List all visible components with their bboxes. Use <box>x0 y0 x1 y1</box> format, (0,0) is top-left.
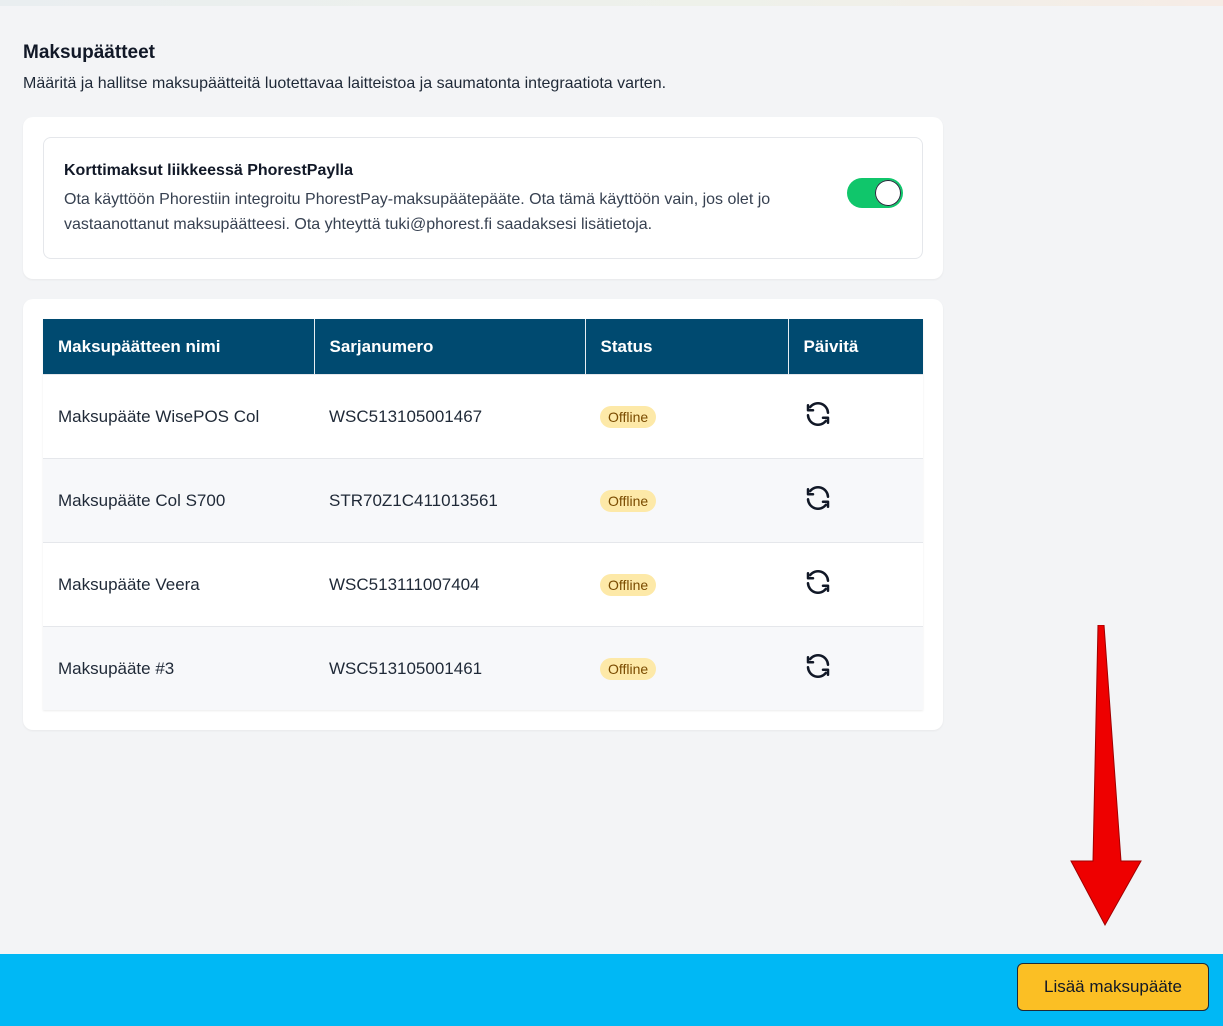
status-badge: Offline <box>600 657 657 680</box>
terminal-name: Maksupääte #3 <box>43 626 314 710</box>
page-title: Maksupäätteet <box>23 42 155 63</box>
phorestpay-card: Korttimaksut liikkeessä PhorestPaylla Ot… <box>23 117 943 279</box>
status-badge: Offline <box>600 405 657 428</box>
table-row: Maksupääte WisePOS Col WSC513105001467 O… <box>43 374 923 459</box>
refresh-icon[interactable] <box>803 399 833 429</box>
terminal-status-cell: Offline <box>585 458 788 543</box>
phorestpay-toggle[interactable] <box>847 178 903 208</box>
column-header-name: Maksupäätteen nimi <box>43 319 315 375</box>
terminal-serial: WSC513105001461 <box>314 626 585 710</box>
table-row: Maksupääte #3 WSC513105001461 Offline <box>43 626 923 710</box>
terminal-serial: WSC513111007404 <box>314 542 585 627</box>
terminal-status-cell: Offline <box>585 374 788 459</box>
table-header-row: Maksupäätteen nimi Sarjanumero Status Pä… <box>43 319 923 375</box>
terminal-name: Maksupääte WisePOS Col <box>43 374 314 459</box>
refresh-icon[interactable] <box>803 483 833 513</box>
terminals-table: Maksupäätteen nimi Sarjanumero Status Pä… <box>43 319 923 710</box>
phorestpay-description: Ota käyttöön Phorestiin integroitu Phore… <box>64 191 771 233</box>
page-description: Määritä ja hallitse maksupäätteitä luote… <box>23 75 667 92</box>
terminal-refresh-cell <box>788 458 923 543</box>
refresh-icon[interactable] <box>803 651 833 681</box>
status-badge: Offline <box>600 573 657 596</box>
phorestpay-setting: Korttimaksut liikkeessä PhorestPaylla Ot… <box>43 137 923 259</box>
terminal-refresh-cell <box>788 626 923 710</box>
arrow-down-icon <box>1070 625 1142 927</box>
table-row: Maksupääte Veera WSC513111007404 Offline <box>43 542 923 627</box>
column-header-serial: Sarjanumero <box>314 319 586 375</box>
terminal-serial: STR70Z1C411013561 <box>314 458 585 543</box>
terminal-name: Maksupääte Veera <box>43 542 314 627</box>
terminal-serial: WSC513105001467 <box>314 374 585 459</box>
table-row: Maksupääte Col S700 STR70Z1C411013561 Of… <box>43 458 923 543</box>
terminals-card: Maksupäätteen nimi Sarjanumero Status Pä… <box>23 299 943 730</box>
phorestpay-title: Korttimaksut liikkeessä PhorestPaylla <box>64 162 354 179</box>
add-terminal-button[interactable]: Lisää maksupääte <box>1017 963 1209 1011</box>
footer-bar: Lisää maksupääte <box>0 954 1223 1026</box>
terminal-status-cell: Offline <box>585 626 788 710</box>
terminal-refresh-cell <box>788 542 923 627</box>
status-badge: Offline <box>600 489 657 512</box>
column-header-status: Status <box>585 319 789 375</box>
terminals-page: Maksupäätteet Määritä ja hallitse maksup… <box>0 6 1223 954</box>
terminal-status-cell: Offline <box>585 542 788 627</box>
terminal-refresh-cell <box>788 374 923 459</box>
refresh-icon[interactable] <box>803 567 833 597</box>
column-header-refresh: Päivitä <box>788 319 923 375</box>
terminal-name: Maksupääte Col S700 <box>43 458 314 543</box>
toggle-knob <box>875 180 901 206</box>
